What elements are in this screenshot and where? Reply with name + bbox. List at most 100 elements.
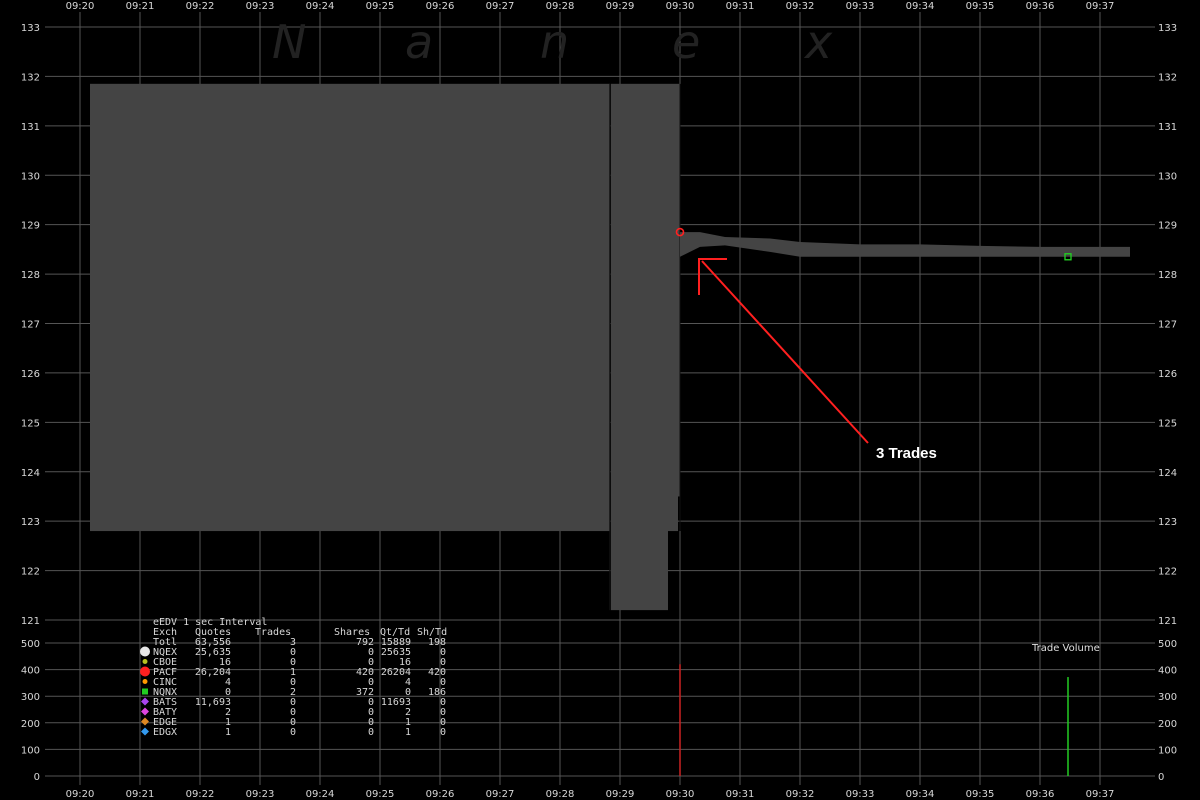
time-tick-label-bottom: 09:31 (726, 789, 755, 800)
time-tick-label-bottom: 09:20 (66, 789, 95, 800)
price-tick-label-right: 122 (1158, 567, 1177, 578)
time-tick-label-bottom: 09:33 (846, 789, 875, 800)
nanex-watermark: Na n e x (272, 15, 833, 69)
price-tick-label-left: 126 (21, 369, 40, 380)
time-tick-label-top: 09:35 (966, 1, 995, 12)
price-tick-label-left: 132 (21, 72, 40, 83)
watermark-letter: N (272, 15, 306, 69)
volume-tick-label-right: 100 (1158, 745, 1177, 756)
time-tick-label-bottom: 09:25 (366, 789, 395, 800)
volume-tick-label-right: 500 (1158, 639, 1177, 650)
time-tick-label-bottom: 09:30 (666, 789, 695, 800)
legend-marker (141, 697, 149, 706)
volume-tick-label-left: 200 (21, 719, 40, 730)
volume-tick-label-left: 300 (21, 692, 40, 703)
price-tick-label-right: 127 (1158, 320, 1177, 331)
time-tick-label-bottom: 09:27 (486, 789, 515, 800)
legend-marker (142, 688, 148, 695)
legend-marker (141, 707, 149, 716)
nbbo-spread-band (680, 232, 1130, 257)
price-tick-label-right: 126 (1158, 369, 1177, 380)
time-tick-label-bottom: 09:29 (606, 789, 635, 800)
time-tick-label-top: 09:21 (126, 1, 155, 12)
price-tick-label-left: 122 (21, 567, 40, 578)
time-tick-label-top: 09:24 (306, 1, 335, 12)
volume-tick-label-left: 0 (34, 772, 40, 783)
price-tick-label-right: 125 (1158, 418, 1177, 429)
volume-tick-label-left: 400 (21, 666, 40, 677)
volume-tick-label-right: 0 (1158, 772, 1164, 783)
time-tick-label-top: 09:29 (606, 1, 635, 12)
time-tick-label-top: 09:20 (66, 1, 95, 12)
legend-marker (141, 717, 149, 726)
annotation-arrow-line (701, 260, 869, 444)
price-tick-label-left: 128 (21, 270, 40, 281)
time-tick-label-bottom: 09:26 (426, 789, 455, 800)
time-tick-label-bottom: 09:37 (1086, 789, 1115, 800)
price-tick-label-left: 127 (21, 320, 40, 331)
price-tick-label-right: 130 (1158, 171, 1177, 182)
nbbo-spread (90, 83, 1130, 611)
price-tick-label-right: 131 (1158, 122, 1177, 133)
legend-header: Trades (255, 627, 291, 638)
trades-annotation: 3 Trades (698, 258, 937, 462)
price-tick-label-left: 124 (21, 468, 40, 479)
volume-tick-label-right: 400 (1158, 666, 1177, 677)
legend-marker (142, 679, 148, 684)
price-tick-label-right: 123 (1158, 517, 1177, 528)
price-tick-label-left: 129 (21, 221, 40, 232)
watermark-letter: e (672, 15, 700, 69)
annotation-text: 3 Trades (876, 445, 937, 462)
price-tick-label-left: 123 (21, 517, 40, 528)
price-tick-label-right: 128 (1158, 270, 1177, 281)
time-tick-label-bottom: 09:21 (126, 789, 155, 800)
time-tick-label-bottom: 09:36 (1026, 789, 1055, 800)
legend-shares: 0 (368, 727, 374, 738)
price-tick-label-left: 125 (21, 418, 40, 429)
time-tick-label-top: 09:33 (846, 1, 875, 12)
annotation-arrow-head (698, 258, 727, 295)
time-tick-label-top: 09:27 (486, 1, 515, 12)
price-tick-label-right: 129 (1158, 221, 1177, 232)
time-tick-label-top: 09:32 (786, 1, 815, 12)
time-tick-label-top: 09:23 (246, 1, 275, 12)
time-tick-label-top: 09:34 (906, 1, 935, 12)
price-tick-label-left: 130 (21, 171, 40, 182)
legend-marker (141, 727, 149, 736)
price-tick-label-right: 121 (1158, 616, 1177, 627)
time-tick-label-bottom: 09:22 (186, 789, 215, 800)
time-tick-label-top: 09:30 (666, 1, 695, 12)
time-tick-label-top: 09:25 (366, 1, 395, 12)
volume-tick-label-left: 500 (21, 639, 40, 650)
legend-trades: 0 (290, 727, 296, 738)
price-tick-label-right: 124 (1158, 468, 1177, 479)
nbbo-spread-region (611, 83, 668, 611)
time-tick-label-bottom: 09:23 (246, 789, 275, 800)
nbbo-spread-region (90, 83, 610, 532)
volume-tick-label-right: 200 (1158, 719, 1177, 730)
price-tick-label-right: 133 (1158, 23, 1177, 34)
watermark-letter: n (540, 15, 569, 69)
time-tick-label-bottom: 09:34 (906, 789, 935, 800)
time-tick-label-bottom: 09:24 (306, 789, 335, 800)
legend-quotes: 1 (225, 727, 231, 738)
time-tick-label-top: 09:28 (546, 1, 575, 12)
volume-tick-label-right: 300 (1158, 692, 1177, 703)
time-tick-label-top: 09:31 (726, 1, 755, 12)
legend-marker (140, 646, 150, 657)
nbbo-spread-region (668, 83, 678, 532)
legend-marker (140, 666, 150, 677)
time-tick-label-top: 09:36 (1026, 1, 1055, 12)
time-tick-label-top: 09:26 (426, 1, 455, 12)
legend-marker (142, 659, 148, 664)
nanex-chart: Na n e x 09:20 09:20 09:21 09:21 09:22 09:22 09:2… (21, 1, 1177, 800)
time-tick-label-bottom: 09:32 (786, 789, 815, 800)
time-tick-label-top: 09:22 (186, 1, 215, 12)
time-tick-label-top: 09:37 (1086, 1, 1115, 12)
volume-axis-label: Trade Volume (1031, 643, 1100, 654)
exchange-legend: eEDV 1 sec Interval Exch Quotes Trades Shar… (140, 617, 447, 738)
watermark-letter: x (803, 15, 833, 69)
legend-exchange: EDGX (153, 727, 177, 738)
price-tick-label-left: 133 (21, 23, 40, 34)
time-tick-label-bottom: 09:28 (546, 789, 575, 800)
